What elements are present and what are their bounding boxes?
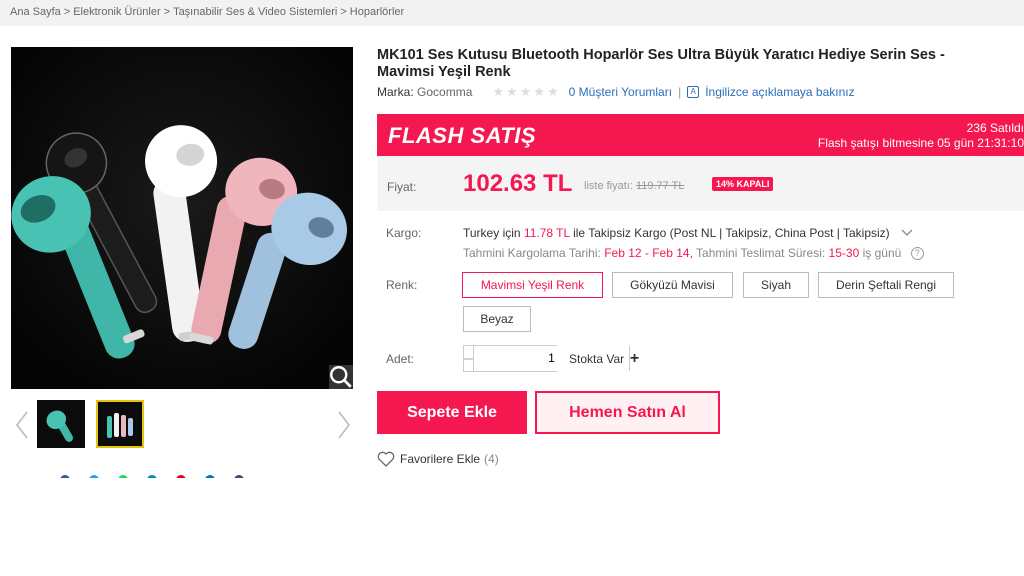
ship-date-label: Tahmini Kargolama Tarihi: <box>463 246 601 260</box>
delivery-label: Tahmini Teslimat Süresi: <box>696 246 826 260</box>
shipping-method: ile Takipsiz Kargo (Post NL | Takipsiz, … <box>573 226 890 240</box>
color-label: Renk: <box>386 278 418 292</box>
breadcrumb-separator: > <box>340 6 347 18</box>
share-icon[interactable] <box>60 475 70 478</box>
rating-stars: ★★★★★ <box>492 84 561 99</box>
share-icon[interactable] <box>147 475 157 478</box>
breadcrumb-separator: > <box>163 6 171 18</box>
sale-price: 102.63 TL <box>463 170 573 197</box>
brand-name[interactable]: Gocomma <box>417 85 472 99</box>
add-to-cart-button[interactable]: Sepete Ekle <box>377 391 527 434</box>
flash-sold-count: 236 Satıldı <box>966 121 1024 135</box>
product-title: MK101 Ses Kutusu Bluetooth Hoparlör Ses … <box>377 47 945 80</box>
stock-status: Stokta Var <box>569 352 625 366</box>
price-box: Fiyat: 102.63 TL liste fiyatı: 119.77 TL… <box>377 156 1024 211</box>
breadcrumb-home[interactable]: Ana Sayfa <box>10 6 61 18</box>
delivery-days: 15-30 <box>828 246 860 260</box>
flash-sale-banner: FLASH SATIŞ 236 Satıldı Flash şatışı bit… <box>377 114 1024 156</box>
thumbnail-2-selected[interactable] <box>96 400 144 448</box>
earbud-speakers-photo <box>11 47 353 389</box>
help-icon[interactable]: ? <box>910 247 924 261</box>
color-option-black[interactable]: Siyah <box>743 272 809 298</box>
list-price-row: liste fiyatı: 119.77 TL <box>584 180 685 192</box>
quantity-decrease-button[interactable]: – <box>464 346 474 371</box>
brand-row: Marka: Gocomma ★★★★★ 0 Müşteri Yorumları… <box>377 84 855 99</box>
translate-link[interactable]: İngilizce açıklamaya bakınız <box>705 85 854 99</box>
heart-icon <box>377 451 395 467</box>
shipping-info[interactable]: Turkey için 11.78 TL ile Takipsiz Kargo … <box>463 226 913 240</box>
share-icon[interactable] <box>176 475 186 478</box>
brand-label: Marka: <box>377 85 414 99</box>
zoom-icon[interactable] <box>329 365 353 389</box>
color-option-teal[interactable]: Mavimsi Yeşil Renk <box>462 272 603 298</box>
chevron-down-icon[interactable] <box>901 229 913 240</box>
favorites-label: Favorilere Ekle <box>400 452 481 466</box>
chevron-left-icon[interactable] <box>14 410 30 440</box>
price-label: Fiyat: <box>387 180 417 194</box>
shipping-prefix: Turkey için <box>463 226 521 240</box>
quantity-stepper: – + <box>463 345 639 372</box>
share-icon[interactable] <box>205 475 215 478</box>
product-main-image[interactable] <box>11 47 353 389</box>
quantity-label: Adet: <box>386 352 415 366</box>
buy-now-button[interactable]: Hemen Satın Al <box>535 391 720 434</box>
add-to-favorites[interactable]: Favorilere Ekle (4) <box>377 451 499 467</box>
shipping-label: Kargo: <box>386 226 422 240</box>
breadcrumb-bar: Ana Sayfa > Elektronik Ürünler > Taşınabilir… <box>0 0 1024 26</box>
list-price-label: liste fiyatı: <box>584 180 633 192</box>
share-icon[interactable] <box>89 475 99 478</box>
discount-badge: 14% KAPALI <box>712 177 774 191</box>
reviews-link[interactable]: 0 Müşteri Yorumları <box>569 85 672 99</box>
ship-date: Feb 12 - Feb 14, <box>604 246 693 260</box>
translate-icon: A <box>687 86 700 98</box>
share-icons-row <box>60 472 290 478</box>
breadcrumb-portable-audio[interactable]: Taşınabilir Ses & Video Sistemleri <box>173 6 337 18</box>
chevron-right-icon[interactable] <box>336 410 352 440</box>
favorites-count: (4) <box>484 452 499 466</box>
share-icon[interactable] <box>234 475 244 478</box>
breadcrumb: Ana Sayfa > Elektronik Ürünler > Taşınabilir… <box>10 6 404 18</box>
breadcrumb-electronics[interactable]: Elektronik Ürünler <box>73 6 160 18</box>
quantity-increase-button[interactable]: + <box>628 346 639 371</box>
color-option-sky-blue[interactable]: Gökyüzü Mavisi <box>612 272 733 298</box>
flash-countdown: Flash şatışı bitmesine 05 gün 21:31:10 <box>817 136 1024 150</box>
delivery-unit: iş günü <box>862 246 902 260</box>
shipping-cost: 11.78 TL <box>523 226 570 240</box>
share-icon[interactable] <box>118 475 128 478</box>
list-price: 119.77 TL <box>635 180 685 192</box>
color-option-white[interactable]: Beyaz <box>463 306 531 332</box>
shipping-estimate: Tahmini Kargolama Tarihi: Feb 12 - Feb 1… <box>463 246 924 261</box>
color-option-peach[interactable]: Derin Şeftali Rengi <box>818 272 954 298</box>
breadcrumb-speakers[interactable]: Hoparlörler <box>350 6 404 18</box>
breadcrumb-separator: > <box>63 6 71 18</box>
flash-sale-title: FLASH SATIŞ <box>388 123 537 148</box>
thumbnail-1[interactable] <box>37 400 85 448</box>
